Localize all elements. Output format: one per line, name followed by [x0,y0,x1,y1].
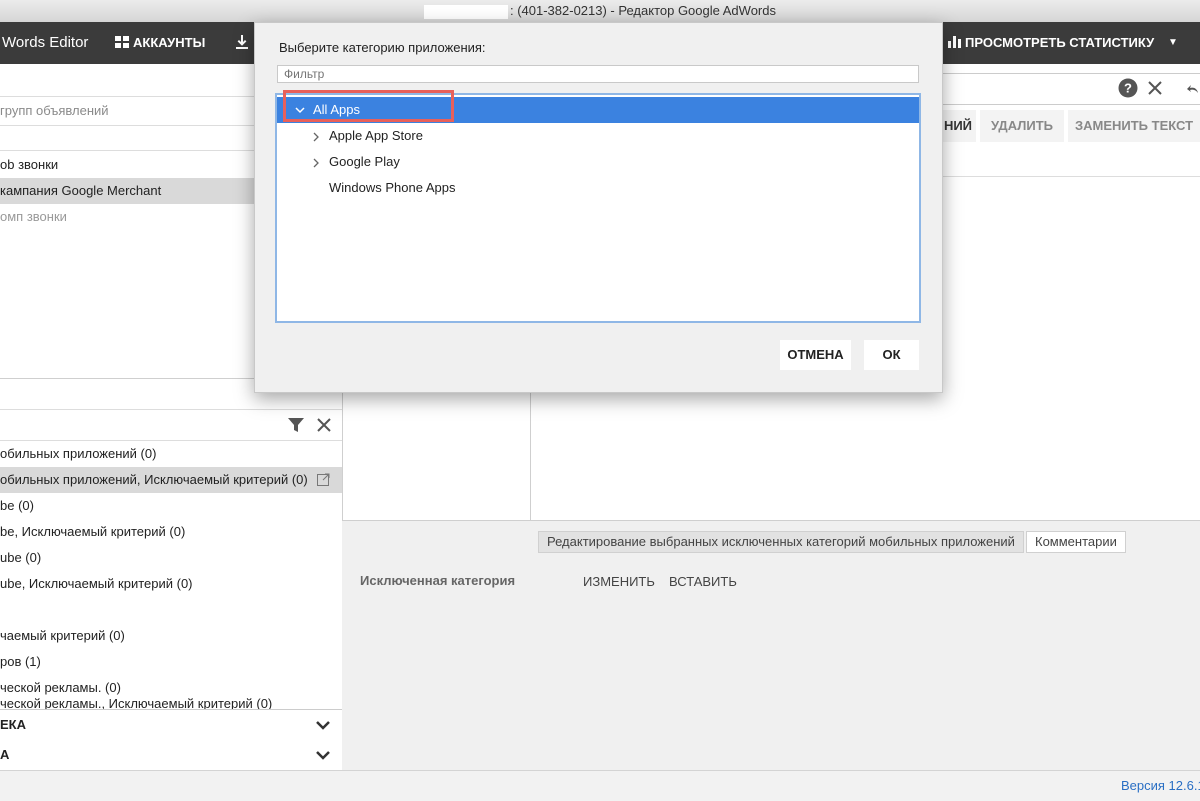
download-button[interactable] [236,22,248,64]
collapsible-section[interactable]: А [0,740,342,771]
version-link[interactable]: Версия 12.6.1 [1121,778,1200,793]
tree-row[interactable] [0,597,342,623]
close-icon[interactable] [1146,79,1164,97]
section-title: ЕКА [0,717,26,732]
chevron-down-icon[interactable] [316,719,330,731]
stats-dropdown-icon[interactable]: ▼ [1168,22,1178,64]
ad-group-search-placeholder: групп объявлений [0,103,109,118]
campaign-item[interactable]: ob звонки [0,152,254,178]
bar-chart-icon [948,36,961,48]
grid-icon [115,36,129,48]
category-tree: All Apps Apple App Store Google Play Win… [275,90,921,323]
view-stats-button[interactable]: ПРОСМОТРЕТЬ СТАТИСТИКУ [948,22,1154,64]
replace-text-button[interactable]: ЗАМЕНИТЬ ТЕКСТ [1068,110,1200,142]
chevron-down-icon[interactable] [316,749,330,761]
tree-item-windows-phone-apps[interactable]: Windows Phone Apps [277,175,919,201]
help-icon[interactable]: ? [1118,78,1138,98]
clear-filter-icon[interactable] [316,417,332,433]
external-link-icon[interactable] [317,473,330,486]
tree-row[interactable]: be (0) [0,493,342,519]
tree-row[interactable]: ube, Исключаемый критерий (0) [0,571,342,597]
settings-tree-panel: обильных приложений (0) обильных приложе… [0,378,343,771]
section-title: А [0,747,10,762]
tree-item-label: Apple App Store [329,128,423,143]
filter-icon[interactable] [288,417,304,433]
tree-row[interactable]: ров (1) [0,649,342,675]
center-data-area [342,378,1200,520]
highlight-box [283,90,454,122]
cancel-button[interactable]: ОТМЕНА [780,340,851,370]
download-icon [236,35,248,49]
column-divider [530,378,531,520]
category-filter-input[interactable] [277,65,919,83]
chevron-right-icon[interactable] [313,132,320,142]
dialog-title: Выберите категорию приложения: [279,40,486,55]
app-name: Words Editor [2,34,89,51]
tab-edit-excluded-categories[interactable]: Редактирование выбранных исключенных кат… [538,531,1024,553]
redacted-block [423,4,508,19]
tree-item-label: Windows Phone Apps [329,180,456,195]
tree-row[interactable]: ube (0) [0,545,342,571]
undo-icon[interactable] [1187,83,1199,95]
campaign-item-selected[interactable]: кампания Google Merchant [0,178,254,204]
window-title-bar: : (401-382-0213) - Редактор Google AdWor… [0,0,1200,23]
right-table-header [940,148,1200,177]
tree-row[interactable]: чаемый критерий (0) [0,623,342,649]
accounts-label: АККАУНТЫ [133,35,206,50]
view-stats-label: ПРОСМОТРЕТЬ СТАТИСТИКУ [965,35,1155,50]
right-action-bar: НИЙ УДАЛИТЬ ЗАМЕНИТЬ ТЕКСТ [940,110,1200,142]
window-title: : (401-382-0213) - Редактор Google AdWor… [509,3,776,18]
right-search-field[interactable]: ? [940,73,1200,105]
campaign-list-header [0,124,254,151]
ad-group-search-input[interactable]: групп объявлений [0,96,254,126]
svg-text:?: ? [1124,81,1132,96]
accounts-button[interactable]: АККАУНТЫ [115,22,205,64]
campaign-item[interactable]: омп звонки [0,204,254,230]
collapsible-section[interactable]: ЕКА [0,709,342,741]
tree-item-google-play[interactable]: Google Play [277,149,919,175]
excluded-category-label: Исключенная категория [360,573,516,588]
tree-row[interactable]: be, Исключаемый критерий (0) [0,519,342,545]
tree-row-selected[interactable]: обильных приложений, Исключаемый критери… [0,467,342,493]
chevron-right-icon[interactable] [313,158,320,168]
tree-filter-bar [0,409,342,441]
tree-row-label: обильных приложений, Исключаемый критери… [0,472,308,487]
status-bar: Версия 12.6.1 [0,770,1200,801]
tree-item-apple-app-store[interactable]: Apple App Store [277,123,919,149]
action-button[interactable]: НИЙ [940,110,976,142]
paste-button[interactable]: ВСТАВИТЬ [669,574,737,589]
ok-button[interactable]: ОК [864,340,919,370]
edit-panel: Редактирование выбранных исключенных кат… [342,520,1200,771]
tab-comments[interactable]: Комментарии [1026,531,1126,553]
tree-row[interactable]: обильных приложений (0) [0,441,342,467]
delete-button[interactable]: УДАЛИТЬ [980,110,1064,142]
edit-button[interactable]: ИЗМЕНИТЬ [583,574,655,589]
tree-item-label: Google Play [329,154,400,169]
app-category-dialog: Выберите категорию приложения: All Apps … [254,22,943,393]
